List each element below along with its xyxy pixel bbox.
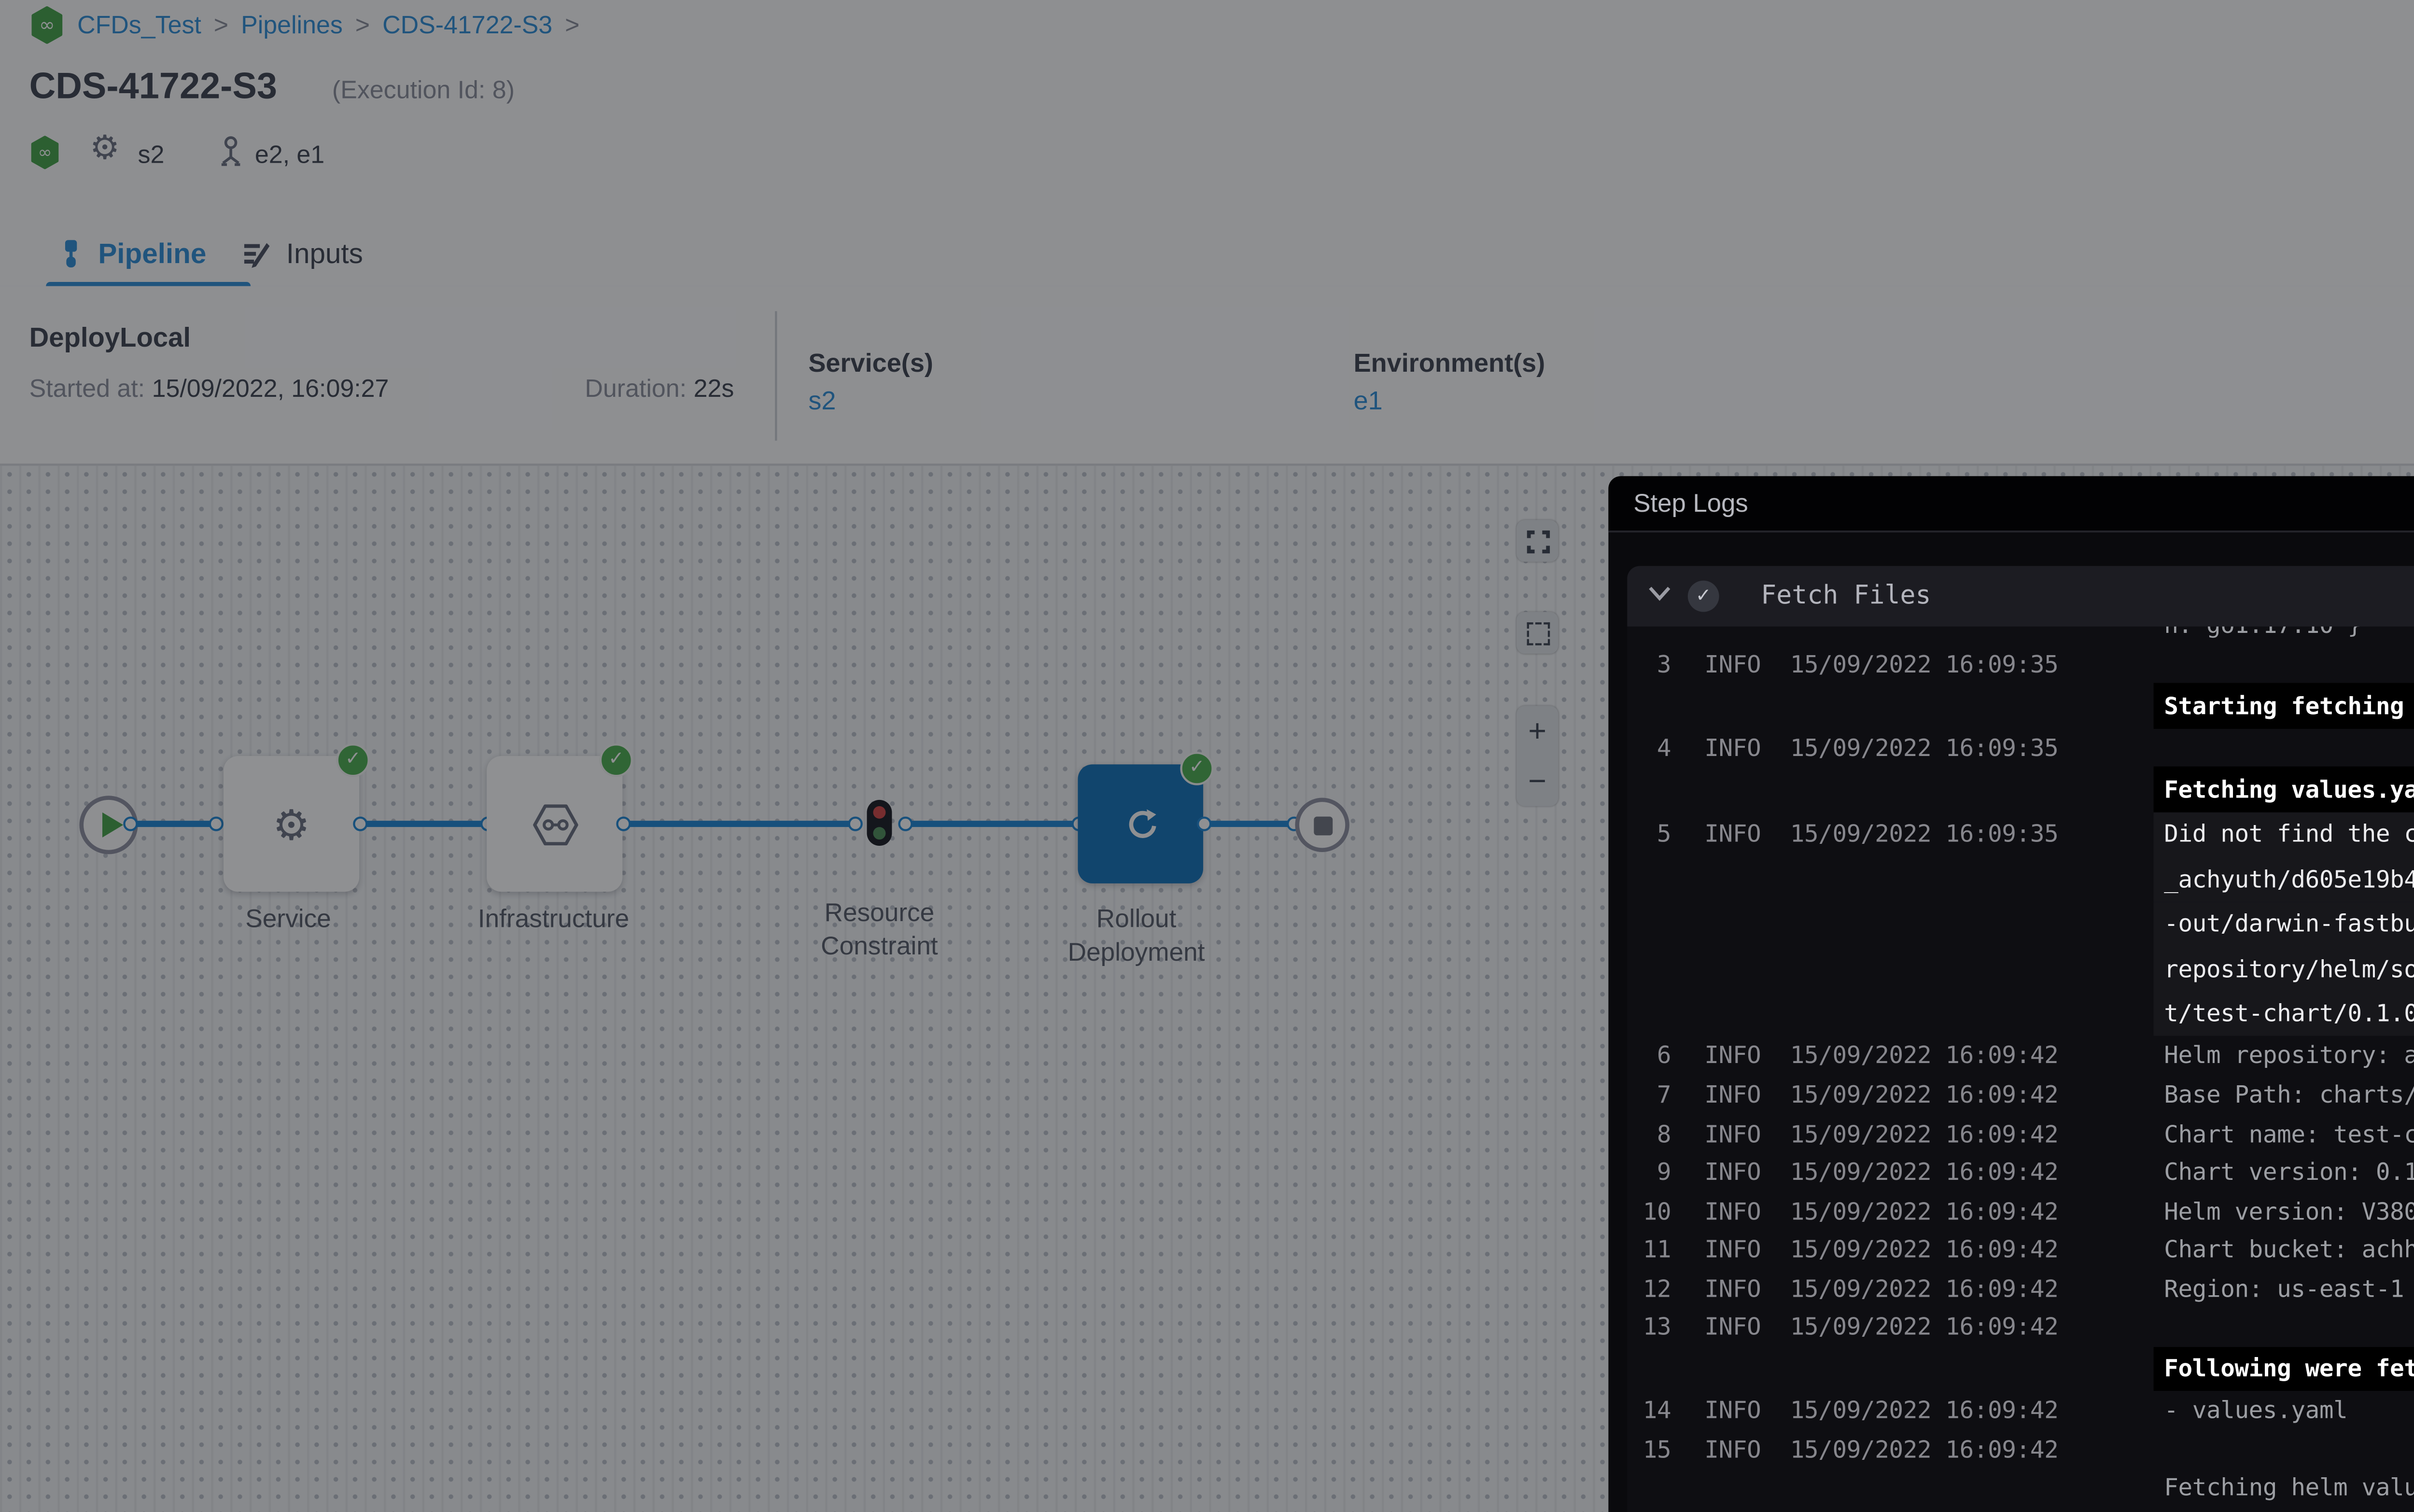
log-line: Following were fetched successfully : (1627, 1347, 2414, 1392)
log-line: _achyuth/d605e19b46448ceaacb01fb4c19633a… (1627, 857, 2414, 902)
step-logs-header: Step Logs Console View (1608, 476, 2414, 532)
log-line: 10INFO15/09/2022 16:09:42Helm version: V… (1627, 1192, 2414, 1231)
step-success-icon: ✓ (1688, 581, 1719, 612)
log-line: Fetching values.yaml from helm chart rep… (1627, 767, 2414, 812)
step-logs-title: Step Logs (1633, 489, 1748, 518)
log-line: 7INFO15/09/2022 16:09:42Base Path: chart… (1627, 1076, 2414, 1114)
log-line: 12INFO15/09/2022 16:09:42Region: us-east… (1627, 1269, 2414, 1308)
log-line: 15INFO15/09/2022 16:09:42 (1627, 1430, 2414, 1469)
log-line: 13INFO15/09/2022 16:09:42 (1627, 1308, 2414, 1346)
log-line: -out/darwin-fastbuild/bin/260-delegate/e… (1627, 902, 2414, 947)
log-line: 9INFO15/09/2022 16:09:42Chart version: 0… (1627, 1153, 2414, 1191)
log-line: 3INFO15/09/2022 16:09:35 (1627, 644, 2414, 683)
log-line: t/test-chart/0.1.0 (1627, 992, 2414, 1037)
log-line: 16INFO15/09/2022 16:09:42Done. (1627, 1508, 2414, 1512)
log-output: n: go1.17.10 }3INFO15/09/2022 16:09:35St… (1627, 627, 2414, 1512)
log-line: repository/helm/source/93602db7-89f2-317… (1627, 947, 2414, 992)
step-log-section: ✓ Fetch Files ↑ ↓ 9s n: go1.17.10 }3INFO… (1627, 566, 2414, 1512)
log-line: n: go1.17.10 } (1627, 627, 2414, 644)
log-line: 6INFO15/09/2022 16:09:42Helm repository:… (1627, 1037, 2414, 1076)
chevron-down-icon (1648, 585, 1671, 602)
log-line: 5INFO15/09/2022 16:09:35Did not find the… (1627, 812, 2414, 857)
step-logs-panel: Step Logs Console View ✓ Fetch Files ↑ ↓ (1608, 476, 2414, 1512)
log-line: 14INFO15/09/2022 16:09:42- values.yaml (1627, 1392, 2414, 1430)
step-name: Fetch Files (1761, 581, 1931, 610)
log-line: 11INFO15/09/2022 16:09:42Chart bucket: a… (1627, 1231, 2414, 1269)
log-line: Starting fetching Helm values (1627, 683, 2414, 728)
step-header[interactable]: ✓ Fetch Files ↑ ↓ 9s (1627, 566, 2414, 626)
app-root: ∞ CFDs_Test>Pipelines>CDS-41722-S3> ✓ SU… (0, 0, 2414, 1512)
log-line: Fetching helm values completed successfu… (1627, 1469, 2414, 1508)
log-line: 4INFO15/09/2022 16:09:35 (1627, 728, 2414, 767)
log-line: 8INFO15/09/2022 16:09:42Chart name: test… (1627, 1114, 2414, 1153)
